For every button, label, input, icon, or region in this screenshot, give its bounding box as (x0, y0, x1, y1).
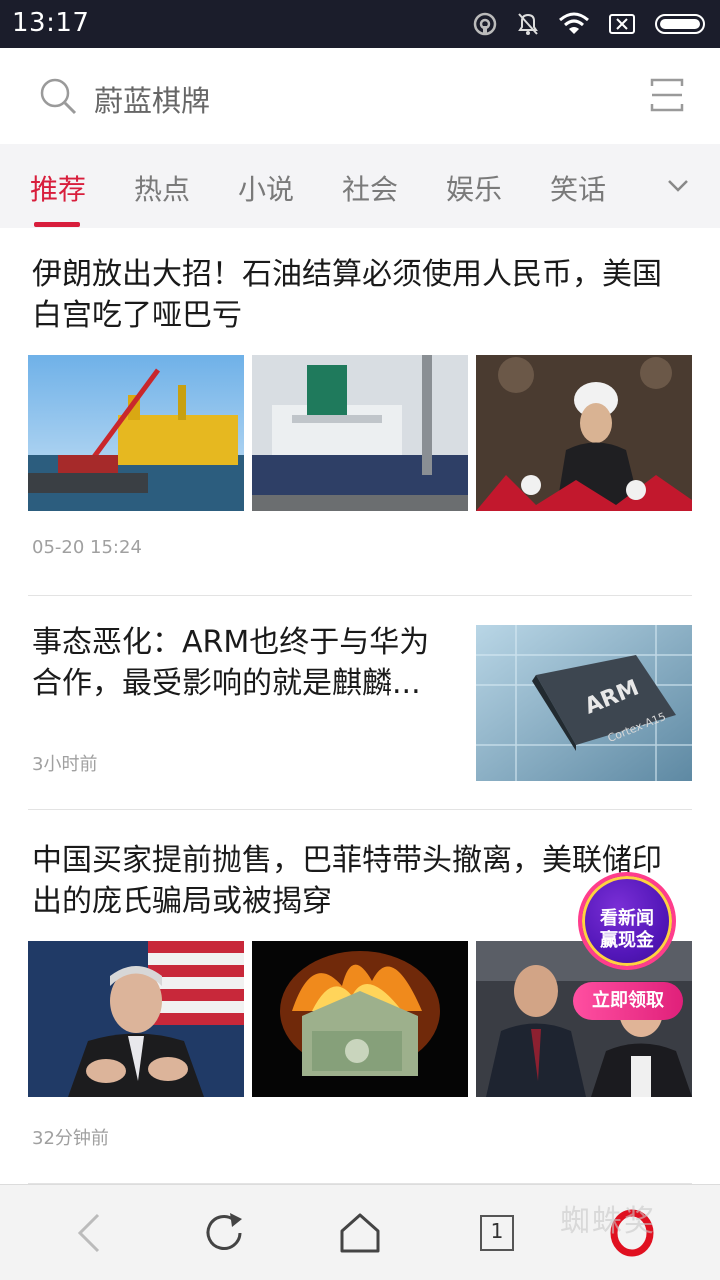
tab-hot[interactable]: 热点 (134, 168, 190, 208)
arm-cortex-chip-image: ARM Cortex-A15 (476, 625, 692, 781)
tab-entertainment[interactable]: 娱乐 (446, 168, 502, 208)
news-title: 伊朗放出大招！石油结算必须使用人民币，美国 白宫吃了哑巴亏 (32, 257, 662, 333)
menu-icon[interactable] (650, 78, 684, 116)
news-feed: 伊朗放出大招！石油结算必须使用人民币，美国 白宫吃了哑巴亏 05-20 15:2… (0, 228, 720, 1184)
news-time: 3小时前 (32, 754, 98, 775)
burning-dollar-house-image (252, 941, 468, 1097)
news-time: 32分钟前 (32, 1128, 109, 1149)
chevron-down-icon[interactable] (666, 178, 690, 198)
status-bar: 13:17 (0, 0, 720, 48)
news-title: 中国买家提前抛售，巴菲特带头撤离，美联储印 出的庞氏骗局或被揭穿 (32, 843, 662, 919)
tab-count-button[interactable]: 1 (480, 1215, 514, 1251)
watermark-text: 蜘蛛奖 (560, 1204, 656, 1239)
search-icon[interactable] (38, 76, 78, 120)
claim-reward-button[interactable]: 立即领取 (573, 982, 683, 1020)
tab-novel[interactable]: 小说 (238, 168, 294, 208)
home-icon[interactable] (336, 1209, 384, 1257)
news-item[interactable]: 伊朗放出大招！石油结算必须使用人民币，美国 白宫吃了哑巴亏 05-20 15:2… (0, 228, 720, 596)
refresh-icon[interactable] (200, 1209, 248, 1257)
active-tab-indicator (34, 222, 80, 227)
news-title: 事态恶化：ARM也终于与华为 合作，最受影响的就是麒麟... (32, 625, 430, 701)
category-tabs: 推荐 热点 小说 社会 娱乐 笑话 (0, 144, 720, 228)
tab-society[interactable]: 社会 (342, 168, 398, 208)
tab-jokes[interactable]: 笑话 (550, 168, 606, 208)
news-time: 05-20 15:24 (32, 537, 142, 558)
wifi-icon (558, 12, 590, 36)
tab-recommend[interactable]: 推荐 (30, 168, 86, 208)
mute-bell-icon (516, 11, 540, 37)
news-item[interactable]: 事态恶化：ARM也终于与华为 合作，最受影响的就是麒麟... 3小时前 ARM … (0, 596, 720, 810)
iranian-president-speech-image (476, 355, 692, 511)
hotspot-icon (472, 11, 498, 37)
search-input[interactable]: 蔚蓝棋牌 (94, 78, 210, 120)
search-bar[interactable]: 蔚蓝棋牌 (0, 48, 720, 144)
offshore-oil-platform-image (28, 355, 244, 511)
oil-tanker-ship-image (252, 355, 468, 511)
promo-badge[interactable]: 看新闻 赢现金 (578, 872, 676, 970)
no-sim-icon (608, 12, 636, 36)
back-icon[interactable] (66, 1209, 114, 1257)
battery-icon (654, 12, 708, 36)
status-time: 13:17 (12, 8, 90, 38)
fed-chair-portrait-image (28, 941, 244, 1097)
